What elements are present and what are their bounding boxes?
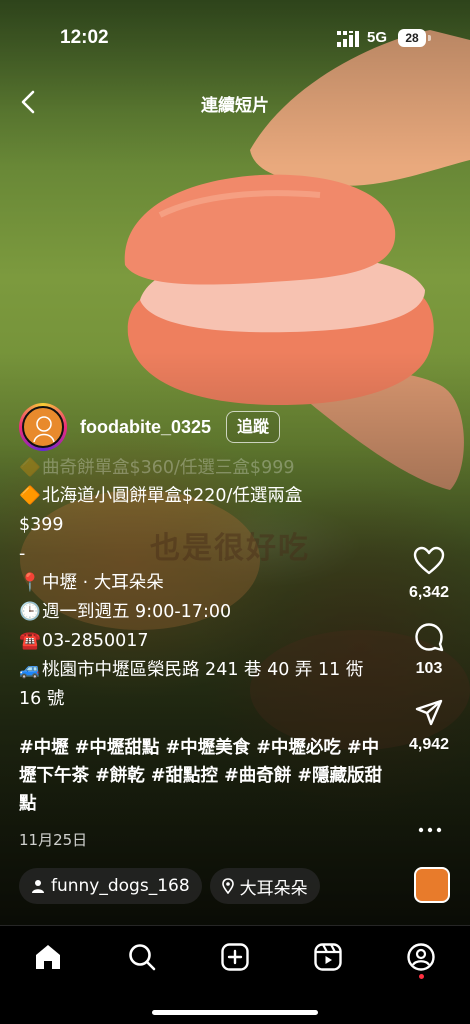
action-rail: 6,342 103 4,942 <box>398 546 460 774</box>
share-button[interactable]: 4,942 <box>398 698 460 754</box>
caption-hours: 🕒週一到週五 9:00-17:00 <box>19 598 389 627</box>
like-button[interactable]: 6,342 <box>398 546 460 602</box>
clock-icon: 🕒 <box>19 602 41 622</box>
author-username[interactable]: foodabite_0325 <box>80 417 211 438</box>
battery-icon: 28 <box>398 29 426 47</box>
reels-icon[interactable] <box>313 942 343 972</box>
battery-tip <box>428 35 431 41</box>
like-count: 6,342 <box>408 584 450 601</box>
home-icon[interactable] <box>33 942 63 972</box>
search-icon[interactable] <box>127 942 157 972</box>
comment-icon <box>415 623 444 652</box>
network-type: 5G <box>367 29 388 46</box>
create-post-icon[interactable] <box>220 942 250 972</box>
status-time: 12:02 <box>60 27 109 48</box>
more-options-icon[interactable] <box>418 826 442 834</box>
caption-hashtags[interactable]: #中壢 #中壢甜點 #中壢美食 #中壢必吃 #中壢下午茶 #餅乾 #甜點控 #曲… <box>19 734 389 818</box>
caption-address: 🚙桃園市中壢區榮民路 241 巷 40 弄 11 衖 16 號 <box>19 656 389 714</box>
location-label: 大耳朵朵 <box>239 878 308 899</box>
comment-button[interactable]: 103 <box>398 622 460 678</box>
audio-thumbnail[interactable] <box>414 867 450 903</box>
collab-user-label: funny_dogs_168 <box>51 876 190 896</box>
avatar[interactable] <box>19 403 67 451</box>
caption-faded-line: 🔶曲奇餅單盒$360/任選三盒$999 <box>19 458 295 478</box>
comment-count: 103 <box>415 660 443 677</box>
share-count: 4,942 <box>408 736 450 753</box>
diamond-icon: 🔶 <box>19 486 41 506</box>
signal-icon <box>337 31 359 47</box>
send-icon <box>415 699 443 726</box>
collab-user-chip[interactable]: funny_dogs_168 <box>19 868 202 904</box>
profile-icon[interactable] <box>406 942 436 972</box>
notification-dot <box>419 974 424 979</box>
caption-line: 🔶北海道小圓餅單盒$220/任選兩盒 <box>19 482 389 511</box>
caption[interactable]: 🔶曲奇餅單盒$360/任選三盒$999 🔶北海道小圓餅單盒$220/任選兩盒 $… <box>19 456 389 855</box>
person-icon <box>32 880 44 893</box>
location-chip[interactable]: 大耳朵朵 <box>209 868 320 904</box>
caption-phone: ☎️03-2850017 <box>19 627 389 656</box>
pin-icon: 📍 <box>19 573 41 593</box>
page-title: 連續短片 <box>201 96 269 116</box>
home-indicator <box>152 1010 318 1015</box>
heart-icon <box>413 546 445 575</box>
post-date: 11月25日 <box>19 831 88 849</box>
location-pin-icon <box>221 878 234 894</box>
caption-place: 📍中壢 · 大耳朵朵 <box>19 569 389 598</box>
follow-button[interactable]: 追蹤 <box>226 411 281 443</box>
car-icon: 🚙 <box>19 660 41 680</box>
phone-icon: ☎️ <box>19 631 41 651</box>
avatar-logo-icon <box>33 416 55 443</box>
status-bar: 12:02 5G 28 <box>0 0 470 72</box>
diamond-icon: 🔶 <box>19 458 41 478</box>
author-row: foodabite_0325 追蹤 <box>19 403 281 451</box>
caption-line: - <box>19 544 26 564</box>
top-nav: 連續短片 <box>0 80 470 124</box>
tag-chips: funny_dogs_168 大耳朵朵 <box>19 868 320 904</box>
caption-line: $399 <box>19 515 64 535</box>
